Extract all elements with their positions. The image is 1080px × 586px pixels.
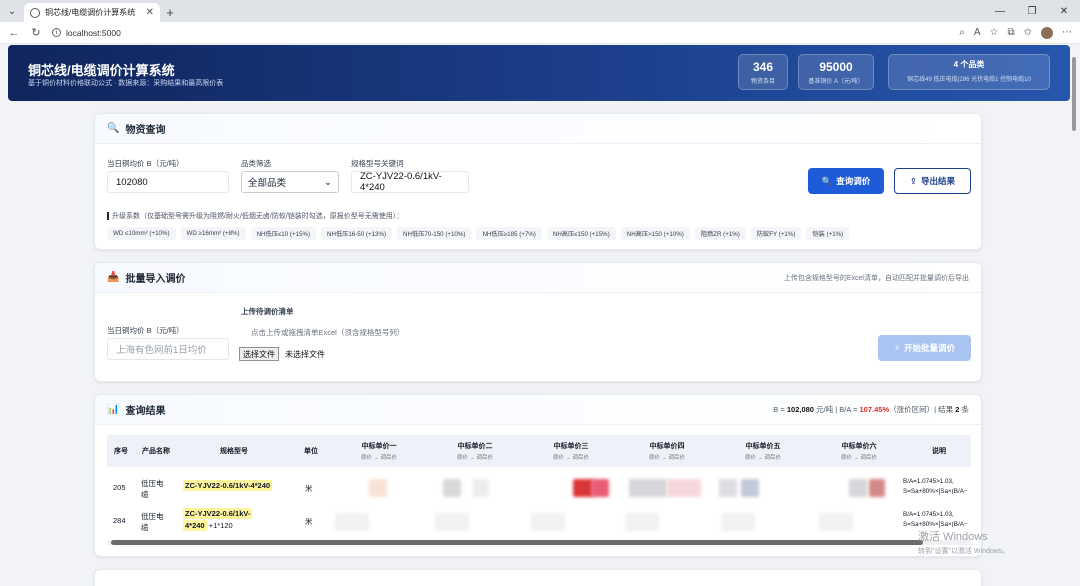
query-card: 🔍 物资查询 当日铜均价 B（元/吨） 102080 品类筛选 全部品类 ⌄ 规… [94, 113, 982, 250]
col-bid6: 中标单价六 原价 → 调后价 [840, 443, 878, 461]
chart-icon: 📊 [107, 404, 120, 415]
batch-card: 📥 批量导入调价 上传包含规格型号的Excel清单，自动匹配并批量调价后导出 当… [94, 262, 982, 382]
col-bid5: 中标单价五 原价 → 调后价 [744, 443, 782, 461]
table-scrollbar-thumb[interactable] [111, 540, 923, 545]
page-title: 铜芯线/电缆调价计算系统 [28, 63, 175, 78]
coefficient-list: WD ≤10mm² (+10%) WD ≥16mm² (+8%) NH低压≤10… [107, 227, 850, 240]
query-card-header: 🔍 物资查询 [95, 114, 981, 144]
coefficient-chip[interactable]: NH低压16-50 (+13%) [321, 227, 393, 240]
query-button[interactable]: 🔍 查询调价 [808, 168, 884, 194]
favorite-icon[interactable]: ☆ [990, 27, 999, 38]
stat-item-count: 346 物资条目 [738, 54, 788, 90]
page-scrollbar[interactable] [1070, 45, 1078, 585]
page-subtitle: 基于铜价材料价格联动公式 · 数据来源：采购结果和最高限价表 [28, 80, 224, 87]
import-icon: 📥 [107, 272, 120, 283]
more-icon[interactable]: ⋯ [1062, 27, 1072, 38]
stat-categories: 4 个品类 铜芯线49 低压电缆(286 光伏电缆1 控制电缆10 [888, 54, 1050, 90]
table-scrollbar[interactable] [107, 540, 971, 545]
col-bid2: 中标单价二 原价 → 调后价 [456, 443, 494, 461]
collections-icon[interactable]: ✩ [1024, 27, 1032, 38]
window-close-icon[interactable]: ✕ [1048, 0, 1080, 22]
start-batch-button[interactable]: ⚡ 开始批量调价 [878, 335, 971, 361]
bolt-icon: ⚡ [894, 342, 900, 353]
batch-card-header: 📥 批量导入调价 上传包含规格型号的Excel清单，自动匹配并批量调价后导出 [95, 263, 981, 293]
back-icon[interactable]: ← [8, 27, 20, 39]
browser-tab[interactable]: 铜芯线/电缆调价计算系统 ✕ [24, 3, 160, 22]
price-input[interactable]: 102080 [107, 171, 229, 193]
next-card [94, 569, 982, 586]
category-label: 品类筛选 [241, 159, 271, 168]
search-icon: 🔍 [107, 123, 120, 134]
col-note: 说明 [932, 448, 946, 455]
col-bid4: 中标单价四 原价 → 调后价 [648, 443, 686, 461]
export-icon: ⇪ [909, 175, 918, 186]
export-button[interactable]: ⇪ 导出结果 [894, 168, 971, 194]
choose-file-button[interactable]: 选择文件 [239, 347, 279, 361]
url-field[interactable]: i localhost:5000 [52, 25, 949, 41]
tab-title: 铜芯线/电缆调价计算系统 [45, 8, 136, 17]
coefficient-chip[interactable]: 防蚁FY (+1%) [750, 227, 802, 240]
batch-price-label: 当日铜均价 B（元/吨） [107, 326, 184, 335]
minimize-icon[interactable]: — [984, 0, 1016, 22]
windows-watermark: 激活 Windows 转到"设置"以激活 Windows。 [918, 531, 1010, 555]
search-icon: 🔍 [821, 175, 833, 186]
keyword-label: 规格型号关键词 [351, 159, 404, 168]
globe-icon [30, 7, 40, 18]
window-controls: — ❐ ✕ [984, 0, 1080, 22]
avatar[interactable] [1041, 26, 1053, 39]
col-unit: 单位 [304, 448, 318, 455]
page-scrollbar-thumb[interactable] [1072, 57, 1076, 131]
file-status: 未选择文件 [285, 350, 325, 359]
results-card-header: 📊 查询结果 B = 102,080 元/吨 | B/A = 107.45%（涨… [95, 395, 981, 425]
col-idx: 序号 [114, 448, 128, 455]
upload-hint[interactable]: 点击上传或拖拽清单Excel（须含规格型号列） [251, 327, 404, 338]
keyword-input[interactable]: ZC-YJV22-0.6/1kV-4*240 [351, 171, 469, 193]
extensions-icon[interactable]: ⧉ [1007, 27, 1014, 38]
upload-label: 上传待调价清单 [241, 307, 294, 316]
stat-base-price: 95000 基准铜价 A（元/吨） [798, 54, 874, 90]
coefficient-chip[interactable]: WD ≤10mm² (+10%) [107, 227, 176, 240]
coefficient-chip[interactable]: NH低压70-150 (+10%) [397, 227, 472, 240]
browser-tab-bar: ⌄ 铜芯线/电缆调价计算系统 ✕ + — ❐ ✕ [0, 0, 1080, 22]
col-bid3: 中标单价三 原价 → 调后价 [552, 443, 590, 461]
coefficient-chip[interactable]: NH高压≤150 (+15%) [546, 227, 616, 240]
coefficient-chip[interactable]: WD ≥16mm² (+8%) [180, 227, 246, 240]
price-label: 当日铜均价 B（元/吨） [107, 159, 184, 168]
chevron-down-icon: ⌄ [324, 176, 332, 188]
category-select[interactable]: 全部品类 ⌄ [241, 171, 339, 193]
table-header: 序号 产品名称 规格型号 单位 中标单价一 原价 → 调后价 中标单价二 原价 → … [107, 435, 971, 467]
coefficient-chip[interactable]: 阻燃ZR (+1%) [694, 227, 746, 240]
info-icon[interactable]: i [52, 28, 61, 37]
coefficient-chip[interactable]: NH高压>150 (+10%) [620, 227, 690, 240]
col-bid1: 中标单价一 原价 → 调后价 [360, 443, 398, 461]
app-header: 铜芯线/电缆调价计算系统 基于铜价材料价格联动公式 · 数据来源：采购结果和最高… [8, 45, 1070, 101]
col-model: 规格型号 [220, 448, 248, 455]
coefficient-chip[interactable]: 铠装 (+1%) [806, 227, 850, 240]
batch-price-input[interactable]: 上海有色网前1日均价 [107, 338, 229, 360]
close-icon[interactable]: ✕ [146, 7, 154, 18]
reload-icon[interactable]: ↻ [30, 26, 42, 39]
results-card: 📊 查询结果 B = 102,080 元/吨 | B/A = 107.45%（涨… [94, 394, 982, 557]
new-tab-icon[interactable]: + [160, 3, 180, 22]
coefficient-chip[interactable]: NH低压≤10 (+15%) [250, 227, 317, 240]
address-bar: ← ↻ i localhost:5000 ⌕ A ☆ ⧉ ✩ ⋯ [0, 22, 1080, 44]
col-name: 产品名称 [142, 448, 170, 455]
url-text: localhost:5000 [66, 27, 121, 38]
toolbar-icons: ⌕ A ☆ ⧉ ✩ ⋯ [959, 26, 1072, 39]
read-aloud-icon[interactable]: A [974, 27, 981, 38]
tab-menu-icon[interactable]: ⌄ [0, 0, 24, 22]
results-summary: B = 102,080 元/吨 | B/A = 107.45%（涨价区间）| 结… [773, 405, 969, 414]
coefficient-chip[interactable]: NH低压≥185 (+7%) [476, 227, 542, 240]
maximize-icon[interactable]: ❐ [1016, 0, 1048, 22]
coefficient-title: 升级系数（仅基础型号需升级为阻燃/耐火/低烟无卤/防蚁/铠装时勾选，原报价型号无… [107, 211, 403, 221]
zoom-icon[interactable]: ⌕ [959, 27, 965, 38]
